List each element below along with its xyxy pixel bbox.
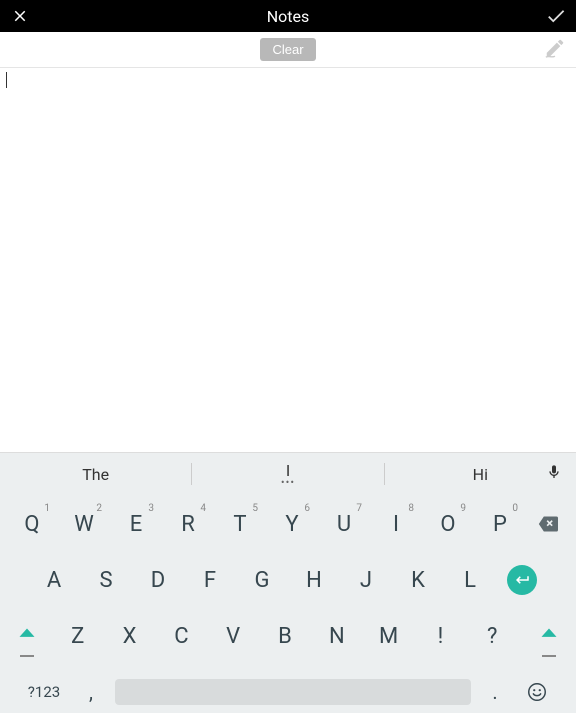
note-textarea[interactable] [0, 68, 576, 452]
close-icon[interactable] [8, 4, 32, 28]
emoji-key[interactable] [513, 669, 561, 713]
key-q[interactable]: Q1 [6, 501, 58, 547]
key-u[interactable]: U7 [318, 501, 370, 547]
shift-key-right[interactable] [524, 613, 574, 659]
key-row-3: Z X C V B N M ! ? [2, 613, 574, 659]
key-b[interactable]: B [259, 613, 311, 659]
key-w[interactable]: W2 [58, 501, 110, 547]
key-d[interactable]: D [132, 557, 184, 603]
key-question[interactable]: ? [466, 613, 518, 659]
suggestion-middle[interactable]: I ••• [192, 461, 383, 488]
clear-button[interactable]: Clear [260, 38, 315, 61]
backspace-key[interactable] [526, 501, 570, 547]
suggestion-bar: The I ••• Hi [0, 453, 576, 495]
key-g[interactable]: G [236, 557, 288, 603]
suggestion-left[interactable]: The [0, 465, 191, 484]
key-l[interactable]: L [444, 557, 496, 603]
mode-switch-key[interactable]: ?123 [15, 669, 73, 713]
text-cursor [6, 72, 7, 88]
key-row-1: Q1 W2 E3 R4 T5 Y6 U7 I8 O9 P0 [2, 501, 574, 547]
key-z[interactable]: Z [52, 613, 104, 659]
confirm-icon[interactable] [544, 4, 568, 28]
key-r[interactable]: R4 [162, 501, 214, 547]
key-t[interactable]: T5 [214, 501, 266, 547]
key-o[interactable]: O9 [422, 501, 474, 547]
key-y[interactable]: Y6 [266, 501, 318, 547]
key-p[interactable]: P0 [474, 501, 526, 547]
key-m[interactable]: M [363, 613, 415, 659]
shift-key-left[interactable] [2, 613, 52, 659]
keyboard: The I ••• Hi Q1 W2 E3 R4 T5 Y6 U7 I8 O9 … [0, 452, 576, 713]
key-c[interactable]: C [155, 613, 207, 659]
spacebar-key[interactable] [115, 679, 471, 705]
microphone-icon[interactable] [546, 462, 562, 486]
key-row-2: A S D F G H J K L [2, 557, 574, 603]
enter-key[interactable] [496, 557, 548, 603]
key-i[interactable]: I8 [370, 501, 422, 547]
page-title: Notes [267, 7, 310, 26]
handwriting-icon[interactable] [544, 37, 566, 63]
toolbar: Clear [0, 32, 576, 68]
key-n[interactable]: N [311, 613, 363, 659]
comma-key[interactable]: , [73, 669, 109, 713]
key-f[interactable]: F [184, 557, 236, 603]
key-row-bottom: ?123 , . [2, 669, 574, 713]
key-k[interactable]: K [392, 557, 444, 603]
period-key[interactable]: . [477, 669, 513, 713]
key-v[interactable]: V [207, 613, 259, 659]
key-exclaim[interactable]: ! [415, 613, 467, 659]
key-h[interactable]: H [288, 557, 340, 603]
key-s[interactable]: S [80, 557, 132, 603]
key-x[interactable]: X [104, 613, 156, 659]
header: Notes [0, 0, 576, 32]
key-a[interactable]: A [28, 557, 80, 603]
key-j[interactable]: J [340, 557, 392, 603]
key-e[interactable]: E3 [110, 501, 162, 547]
suggestion-more-icon: ••• [281, 477, 295, 488]
